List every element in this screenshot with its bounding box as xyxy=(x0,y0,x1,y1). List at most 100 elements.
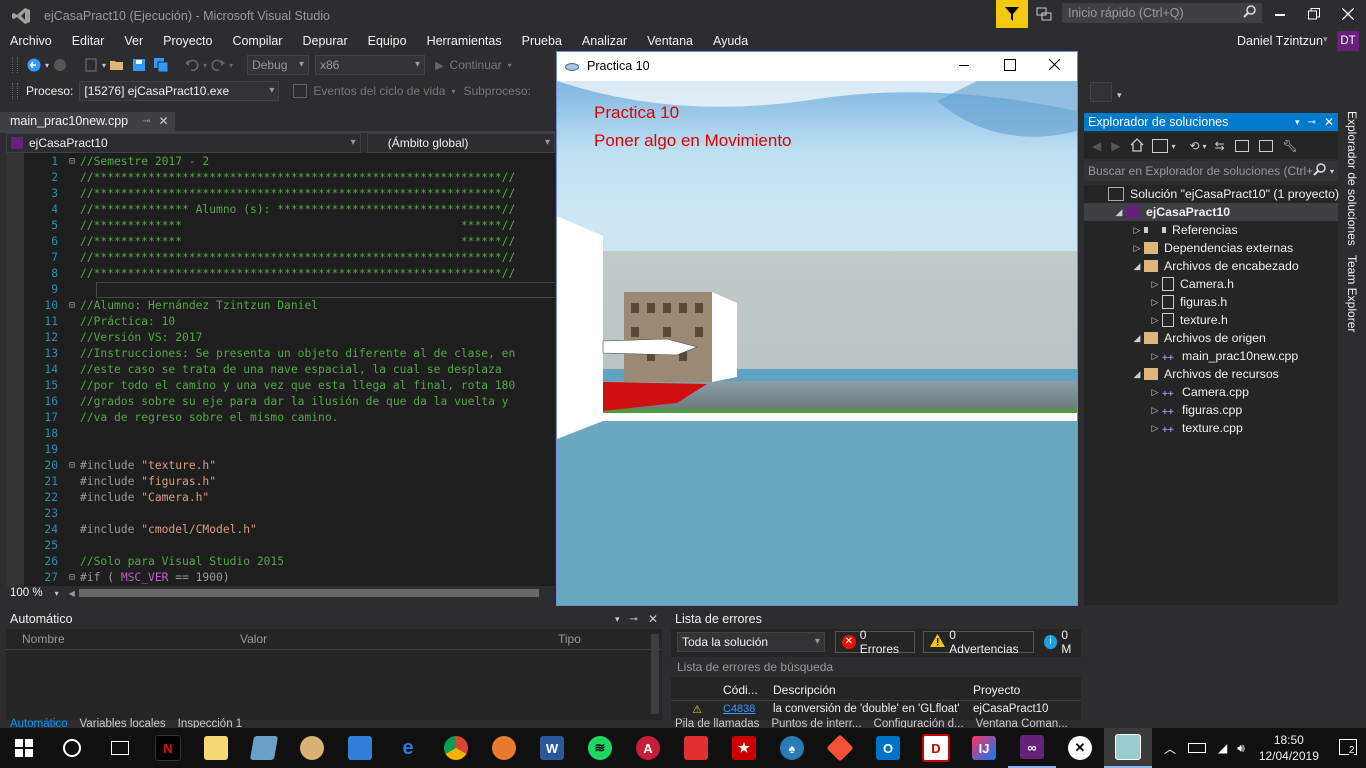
platform-select[interactable]: x86 xyxy=(315,55,426,75)
forward-icon[interactable] xyxy=(52,57,68,73)
code-line[interactable]: 26//Solo para Visual Studio 2015 xyxy=(6,554,555,570)
expand-toggle-icon[interactable]: ◢ xyxy=(1112,203,1126,221)
wifi-icon[interactable]: ◢ xyxy=(1218,741,1227,755)
menu-item-herramientas[interactable]: Herramientas xyxy=(417,32,512,50)
col-name[interactable]: Nombre xyxy=(6,632,232,646)
open-folder-icon[interactable] xyxy=(109,57,125,73)
fold-toggle[interactable] xyxy=(66,554,78,570)
fold-toggle[interactable]: ⊟ xyxy=(66,570,78,586)
switch-views-icon[interactable] xyxy=(1152,139,1169,153)
tree-item[interactable]: ▷ figuras.h xyxy=(1084,293,1338,311)
cortana-button[interactable] xyxy=(48,728,96,768)
taskbar-app-18[interactable]: D xyxy=(912,728,960,768)
fold-toggle[interactable] xyxy=(66,426,78,442)
tree-item[interactable]: ◢ ejCasaPract10 xyxy=(1084,203,1338,221)
tray-chevron-icon[interactable]: ︿ xyxy=(1164,740,1176,757)
sync-icon[interactable]: ⇆ xyxy=(1215,139,1225,153)
scope-combo[interactable]: (Ámbito global) xyxy=(366,133,555,153)
hscroll-left-icon[interactable]: ◀ xyxy=(69,589,75,598)
tab-label[interactable]: main_prac10new.cpp xyxy=(10,114,128,128)
fold-toggle[interactable] xyxy=(66,474,78,490)
autos-close-icon[interactable]: ✕ xyxy=(648,612,658,626)
lifecycle-dropdown-icon[interactable]: ▾ xyxy=(451,87,455,96)
clock[interactable]: 18:50 12/04/2019 xyxy=(1259,732,1319,764)
tree-item[interactable]: ◢ Archivos de encabezado xyxy=(1084,257,1338,275)
configuration-select[interactable]: Debug xyxy=(247,55,310,75)
fold-toggle[interactable] xyxy=(66,506,78,522)
tree-item[interactable]: Solución "ejCasaPract10" (1 proyecto) xyxy=(1084,185,1339,203)
fold-toggle[interactable] xyxy=(66,186,78,202)
code-lines[interactable]: 1 ⊟//Semestre 2017 - 2 2//****************… xyxy=(6,153,555,586)
task-view-button[interactable] xyxy=(96,728,144,768)
fold-toggle[interactable] xyxy=(66,442,78,458)
expand-toggle-icon[interactable]: ▷ xyxy=(1130,239,1144,257)
tree-item[interactable]: ▷ texture.h xyxy=(1084,311,1338,329)
close-tab-icon[interactable]: ✕ xyxy=(159,114,169,128)
taskbar-app-3[interactable] xyxy=(240,728,288,768)
menu-item-archivo[interactable]: Archivo xyxy=(0,32,62,50)
undo-dropdown-icon[interactable]: ▾ xyxy=(203,61,207,70)
code-line[interactable]: 20 ⊟ #include "texture.h" xyxy=(6,458,555,474)
menu-item-ayuda[interactable]: Ayuda xyxy=(703,32,758,50)
code-line[interactable]: 6//************* ******// xyxy=(6,234,555,250)
scope-select[interactable]: Toda la solución xyxy=(677,632,825,652)
code-line[interactable]: 11//Práctica: 10 xyxy=(6,314,555,330)
row-code[interactable]: C4838 xyxy=(723,703,773,715)
taskbar-netflix[interactable]: N xyxy=(144,728,192,768)
app-close-button[interactable] xyxy=(1048,58,1061,71)
taskbar-xbox[interactable]: ✕ xyxy=(1056,728,1104,768)
pin-icon[interactable]: ⊸ xyxy=(142,116,150,127)
tree-item[interactable]: ◢ Archivos de origen xyxy=(1084,329,1338,347)
tree-item[interactable]: ▷ Camera.h xyxy=(1084,275,1338,293)
code-line[interactable]: 19 xyxy=(6,442,555,458)
pending-dropdown-icon[interactable]: ▾ xyxy=(1203,142,1207,151)
tree-item[interactable]: ▷ ++ texture.cpp xyxy=(1084,419,1338,437)
taskbar-app-16[interactable] xyxy=(816,728,864,768)
code-line[interactable]: 16//grados sobre su eje para dar la ilus… xyxy=(6,394,555,410)
menu-item-analizar[interactable]: Analizar xyxy=(572,32,637,50)
code-line[interactable]: 24 #include "cmodel/CModel.h" xyxy=(6,522,555,538)
app-maximize-button[interactable] xyxy=(1004,59,1016,71)
expand-toggle-icon[interactable]: ▷ xyxy=(1148,311,1162,329)
code-line[interactable]: 13//Instrucciones: Se presenta un objeto… xyxy=(6,346,555,362)
code-line[interactable]: 23 xyxy=(6,506,555,522)
zoom-level[interactable]: 100 % xyxy=(10,587,43,599)
sol-dropdown-icon[interactable]: ▾ xyxy=(1295,117,1300,128)
messages-button[interactable]: i 0 M xyxy=(1043,628,1081,656)
code-line[interactable]: 12//Versión VS: 2017 xyxy=(6,330,555,346)
expand-toggle-icon[interactable]: ▷ xyxy=(1148,419,1162,437)
code-line[interactable]: 22 #include "Camera.h" xyxy=(6,490,555,506)
fold-toggle[interactable] xyxy=(66,234,78,250)
quick-launch[interactable]: Inicio rápido (Ctrl+Q) xyxy=(1062,3,1262,23)
fold-toggle[interactable] xyxy=(66,538,78,554)
taskbar-running-app[interactable] xyxy=(1104,728,1152,768)
taskbar-outlook[interactable]: O xyxy=(864,728,912,768)
tree-item[interactable]: ▷ ++ main_prac10new.cpp xyxy=(1084,347,1338,365)
code-line[interactable]: 8//*************************************… xyxy=(6,266,555,282)
fold-toggle[interactable]: ⊟ xyxy=(66,298,78,314)
lifecycle-icon[interactable] xyxy=(293,84,308,98)
code-line[interactable]: 10 ⊟//Alumno: Hernández Tzintzun Daniel xyxy=(6,298,555,314)
sol-back-icon[interactable]: ◀ xyxy=(1092,139,1101,153)
error-row[interactable]: ⚠ C4838 la conversión de 'double' en 'GL… xyxy=(671,701,1081,717)
expand-toggle-icon[interactable]: ◢ xyxy=(1130,365,1144,383)
error-search-input[interactable]: Lista de errores de búsqueda xyxy=(677,660,833,674)
col-project[interactable]: Proyecto xyxy=(973,683,1020,697)
practica-10-window[interactable]: Practica 10 Practica 10 Poner algo en Mo… xyxy=(556,51,1078,606)
sol-forward-icon[interactable]: ▶ xyxy=(1111,139,1120,153)
continue-icon[interactable]: ▶ xyxy=(435,59,443,72)
fold-toggle[interactable] xyxy=(66,218,78,234)
solution-tree[interactable]: Solución "ejCasaPract10" (1 proyecto) ◢ ej… xyxy=(1084,185,1339,605)
side-tab-team-explorer[interactable]: Team Explorer xyxy=(1345,255,1359,332)
toolbar-overflow-icon[interactable]: ▾ xyxy=(1117,90,1122,101)
continue-button[interactable]: Continuar xyxy=(450,58,502,72)
menu-item-ventana[interactable]: Ventana xyxy=(637,32,703,50)
expand-toggle-icon[interactable]: ◢ xyxy=(1130,329,1144,347)
project-combo[interactable]: ejCasaPract10 xyxy=(6,133,361,153)
filter-icon[interactable] xyxy=(996,0,1028,28)
taskbar-spotify[interactable]: ≋ xyxy=(576,728,624,768)
code-line[interactable]: 17//va de regreso sobre el mismo camino. xyxy=(6,410,555,426)
pending-changes-icon[interactable]: ⟲ xyxy=(1189,139,1199,153)
autos-pin-icon[interactable]: ⊸ xyxy=(630,614,638,625)
tab-main-prac10new[interactable]: main_prac10new.cpp ⊸ ✕ xyxy=(0,112,175,132)
